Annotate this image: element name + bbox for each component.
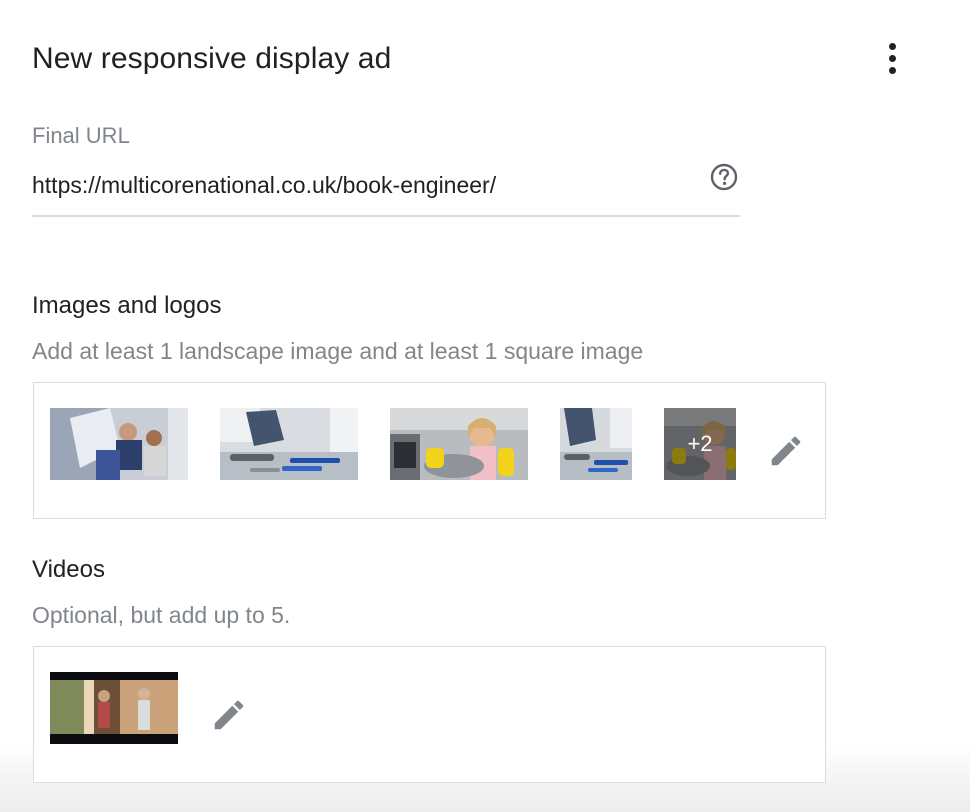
videos-section-hint: Optional, but add up to 5.: [32, 602, 291, 628]
pencil-icon[interactable]: [767, 432, 805, 470]
help-circle-icon[interactable]: [708, 161, 740, 193]
more-vert-icon: [888, 42, 896, 50]
pencil-icon[interactable]: [210, 696, 248, 734]
final-url-input[interactable]: [32, 165, 702, 205]
videos-section-title: Videos: [32, 556, 105, 583]
videos-asset-box[interactable]: [33, 646, 826, 783]
image-thumbnail[interactable]: [560, 408, 632, 480]
more-vert-icon-dot: [888, 66, 896, 74]
images-asset-box[interactable]: +2: [33, 382, 826, 519]
video-thumbnail[interactable]: [50, 672, 178, 744]
final-url-underline: [32, 215, 740, 217]
more-images-count: +2: [664, 408, 736, 480]
final-url-label: Final URL: [32, 123, 130, 148]
image-thumbnail-more[interactable]: +2: [664, 408, 736, 480]
image-thumbnail[interactable]: [390, 408, 528, 480]
images-section-hint: Add at least 1 landscape image and at le…: [32, 338, 644, 364]
images-section-title: Images and logos: [32, 292, 222, 319]
more-options-button[interactable]: [872, 38, 912, 78]
image-thumbnail[interactable]: [50, 408, 188, 480]
more-vert-icon-dot: [888, 54, 896, 62]
page-title: New responsive display ad: [32, 42, 392, 75]
image-thumbnail[interactable]: [220, 408, 358, 480]
